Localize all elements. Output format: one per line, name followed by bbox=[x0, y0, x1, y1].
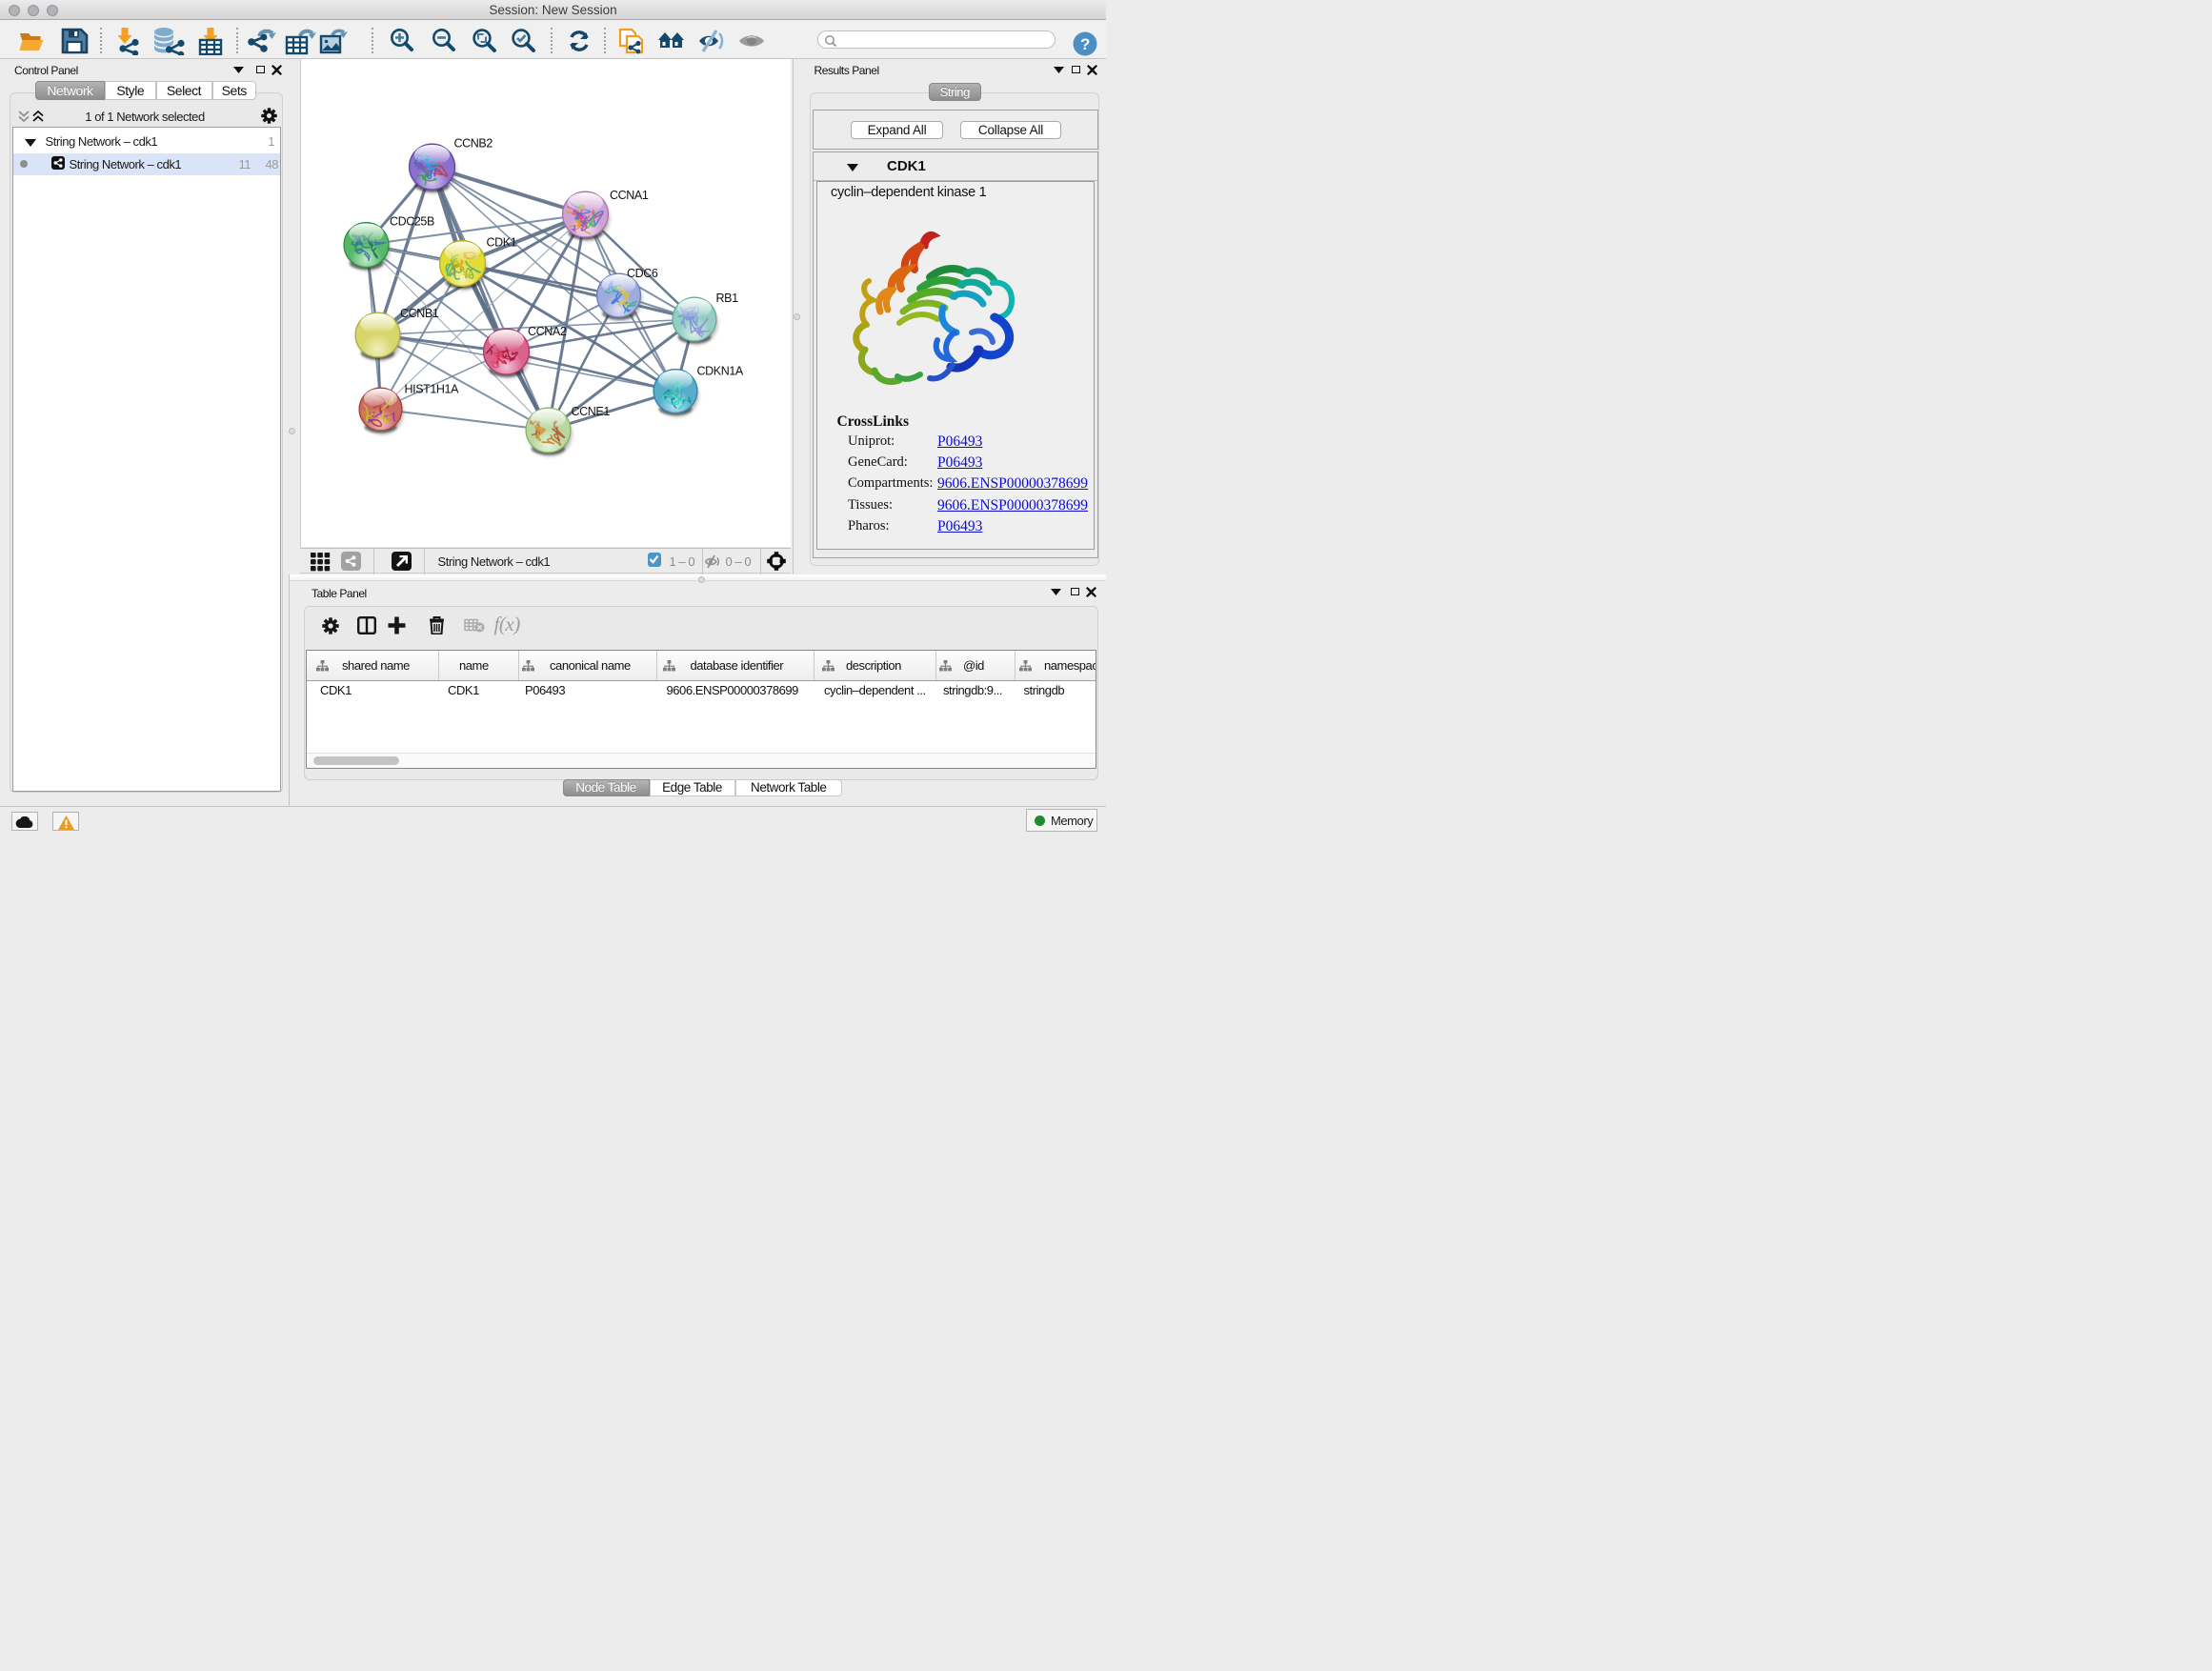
svg-text:CCNB2: CCNB2 bbox=[453, 137, 493, 151]
svg-text:HIST1H1A: HIST1H1A bbox=[404, 383, 459, 396]
svg-text:CCNA2: CCNA2 bbox=[528, 325, 567, 338]
svg-text:CCNB1: CCNB1 bbox=[400, 307, 439, 320]
svg-text:CDKN1A: CDKN1A bbox=[696, 365, 743, 378]
svg-text:CCNE1: CCNE1 bbox=[571, 405, 610, 418]
svg-text:CCNA1: CCNA1 bbox=[610, 189, 649, 202]
svg-text:CDK1: CDK1 bbox=[486, 236, 516, 250]
svg-text:RB1: RB1 bbox=[715, 292, 738, 305]
svg-text:?: ? bbox=[1080, 35, 1090, 53]
svg-text:CDC25B: CDC25B bbox=[390, 215, 434, 229]
svg-text:CDC6: CDC6 bbox=[627, 267, 658, 280]
